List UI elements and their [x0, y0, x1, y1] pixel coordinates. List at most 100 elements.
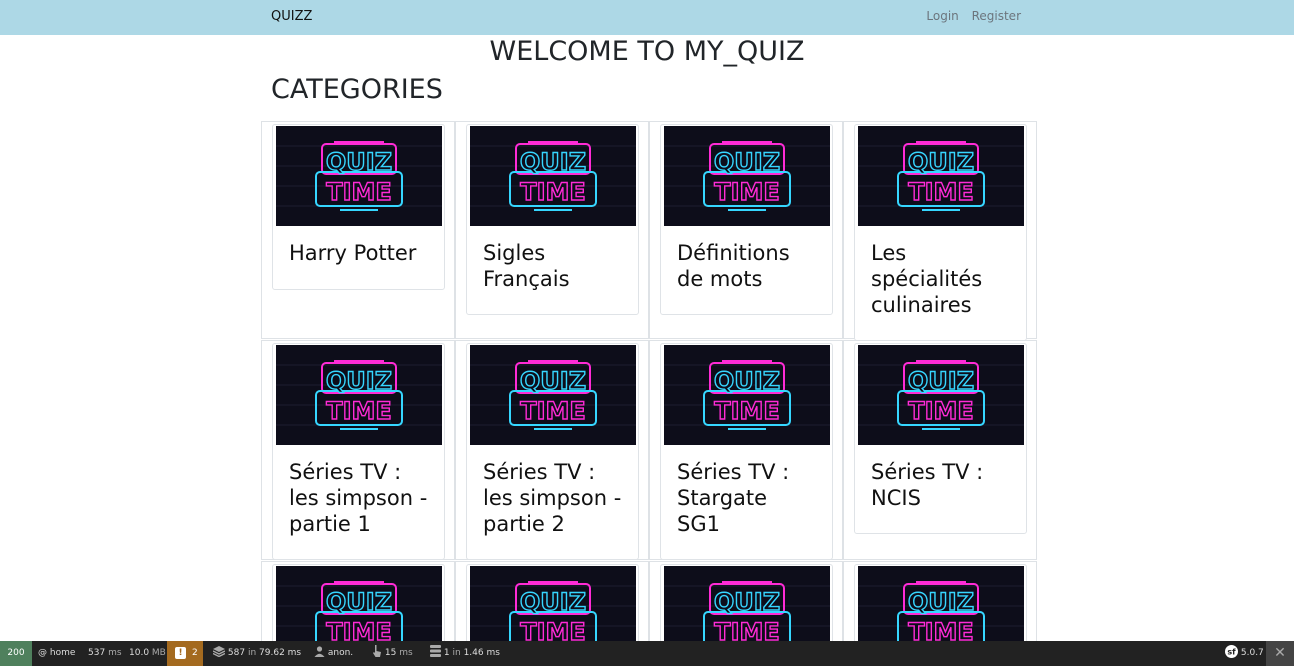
quiz-thumbnail: QUIZTIME — [275, 566, 442, 641]
quiz-thumbnail: QUIZTIME — [469, 126, 636, 226]
svg-text:QUIZ: QUIZ — [519, 367, 585, 395]
category-cell: QUIZ TIME — [261, 561, 455, 641]
category-card[interactable]: QUIZ TIME — [466, 564, 639, 641]
warnings-badge[interactable]: ! 2 — [167, 641, 203, 666]
category-card[interactable]: QUIZ TIME Séries TV : Stargate SG1 — [660, 343, 833, 560]
svg-text:TIME: TIME — [714, 178, 780, 206]
category-cell: QUIZ TIME Les spécialités culinaires — [843, 121, 1037, 341]
warning-icon: ! — [175, 647, 186, 659]
status-code[interactable]: 200 — [0, 641, 32, 666]
category-card[interactable]: QUIZ TIME — [272, 564, 445, 641]
category-card[interactable]: QUIZ TIME — [660, 564, 833, 641]
svg-text:QUIZ: QUIZ — [713, 148, 779, 176]
category-card[interactable]: QUIZ TIME Harry Potter — [272, 124, 445, 290]
categories-grid: QUIZ TIME Harry Potter QUIZ TIME Sigles Franç… — [261, 121, 1037, 641]
svg-text:TIME: TIME — [714, 397, 780, 425]
category-cell: QUIZ TIME Séries TV : les simpson - partie… — [261, 340, 455, 560]
category-card[interactable]: QUIZ TIME — [854, 564, 1027, 641]
db-in: in — [452, 648, 461, 658]
quiz-thumbnail: QUIZTIME — [275, 126, 442, 226]
db-count: 1 — [443, 648, 450, 658]
svg-text:TIME: TIME — [714, 618, 780, 641]
quiz-thumbnail: QUIZTIME — [857, 566, 1024, 641]
svg-text:QUIZ: QUIZ — [713, 367, 779, 395]
svg-text:QUIZ: QUIZ — [713, 588, 779, 616]
quiz-thumbnail: QUIZTIME — [663, 345, 830, 445]
category-cell: QUIZ TIME Séries TV : Stargate SG1 — [649, 340, 843, 560]
cache-time: 79.62 ms — [259, 648, 302, 658]
db-time: 1.46 ms — [463, 648, 500, 658]
svg-text:TIME: TIME — [520, 618, 586, 641]
user-icon — [314, 646, 325, 657]
layers-icon — [212, 646, 226, 658]
brand-link[interactable]: QUIZZ — [271, 9, 312, 24]
close-toolbar-button[interactable]: ✕ — [1266, 641, 1294, 666]
svg-text:TIME: TIME — [520, 178, 586, 206]
register-link[interactable]: Register — [972, 9, 1021, 23]
category-title[interactable]: Séries TV : les simpson - partie 1 — [273, 445, 444, 550]
category-title[interactable]: Harry Potter — [273, 226, 444, 279]
category-title[interactable]: Séries TV : les simpson - partie 2 — [467, 445, 638, 550]
cache-in: in — [247, 648, 257, 658]
svg-text:TIME: TIME — [326, 178, 392, 206]
category-title[interactable]: Séries TV : Stargate SG1 — [661, 445, 832, 550]
symfony-logo-icon: sf — [1225, 645, 1238, 658]
category-cell: QUIZ TIME — [455, 561, 649, 641]
svg-text:QUIZ: QUIZ — [325, 367, 391, 395]
svg-text:TIME: TIME — [908, 618, 974, 641]
quiz-thumbnail: QUIZTIME — [857, 345, 1024, 445]
user-panel[interactable]: anon. — [314, 641, 353, 666]
svg-text:QUIZ: QUIZ — [325, 588, 391, 616]
svg-text:QUIZ: QUIZ — [907, 148, 973, 176]
cache-count: 587 — [227, 648, 246, 658]
memory-unit: MB — [151, 648, 166, 658]
quiz-thumbnail: QUIZTIME — [469, 566, 636, 641]
quiz-thumbnail: QUIZTIME — [663, 126, 830, 226]
route-label[interactable]: @ home — [38, 641, 75, 666]
login-link[interactable]: Login — [926, 9, 958, 23]
request-time-unit: ms — [108, 648, 122, 658]
svg-text:QUIZ: QUIZ — [519, 148, 585, 176]
quiz-thumbnail: QUIZTIME — [663, 566, 830, 641]
category-cell: QUIZ TIME — [649, 561, 843, 641]
memory-value: 10.0 — [129, 648, 150, 658]
quiz-thumbnail: QUIZTIME — [469, 345, 636, 445]
symfony-version[interactable]: sf 5.0.7 — [1225, 641, 1264, 666]
category-title[interactable]: Les spécialités culinaires — [855, 226, 1026, 331]
warnings-count: 2 — [192, 648, 198, 658]
request-time-value: 537 — [88, 648, 106, 658]
category-title[interactable]: Définitions de mots — [661, 226, 832, 305]
category-title[interactable]: Sigles Français — [467, 226, 638, 305]
user-name: anon. — [327, 648, 354, 658]
request-time[interactable]: 537 ms — [88, 641, 122, 666]
category-cell: QUIZ TIME Séries TV : NCIS — [843, 340, 1037, 560]
page-title: WELCOME TO MY_QUIZ — [489, 36, 805, 67]
category-cell: QUIZ TIME Séries TV : les simpson - partie… — [455, 340, 649, 560]
events-panel[interactable]: 15 ms — [372, 641, 413, 666]
category-cell: QUIZ TIME — [843, 561, 1037, 641]
svg-text:TIME: TIME — [520, 397, 586, 425]
svg-text:TIME: TIME — [326, 618, 392, 641]
category-card[interactable]: QUIZ TIME Séries TV : les simpson - partie… — [466, 343, 639, 560]
debug-toolbar: 200 @ home 537 ms 10.0 MB ! 2 587 in 79.6… — [0, 641, 1294, 666]
memory-usage[interactable]: 10.0 MB — [129, 641, 166, 666]
svg-text:QUIZ: QUIZ — [907, 588, 973, 616]
categories-heading: CATEGORIES — [271, 74, 443, 105]
category-card[interactable]: QUIZ TIME Séries TV : les simpson - partie… — [272, 343, 445, 560]
version-label: 5.0.7 — [1240, 648, 1264, 658]
category-card[interactable]: QUIZ TIME Séries TV : NCIS — [854, 343, 1027, 534]
nav-links: Login Register — [917, 9, 1021, 23]
category-card[interactable]: QUIZ TIME Sigles Français — [466, 124, 639, 315]
cache-panel[interactable]: 587 in 79.62 ms — [212, 641, 302, 666]
category-title[interactable]: Séries TV : NCIS — [855, 445, 1026, 524]
events-time: 15 — [384, 648, 397, 658]
svg-text:TIME: TIME — [908, 397, 974, 425]
events-unit: ms — [399, 648, 413, 658]
svg-text:QUIZ: QUIZ — [907, 367, 973, 395]
svg-text:TIME: TIME — [908, 178, 974, 206]
category-card[interactable]: QUIZ TIME Les spécialités culinaires — [854, 124, 1027, 341]
category-cell: QUIZ TIME Harry Potter — [261, 121, 455, 339]
category-card[interactable]: QUIZ TIME Définitions de mots — [660, 124, 833, 315]
db-panel[interactable]: 1 in 1.46 ms — [430, 641, 500, 666]
svg-text:QUIZ: QUIZ — [325, 148, 391, 176]
